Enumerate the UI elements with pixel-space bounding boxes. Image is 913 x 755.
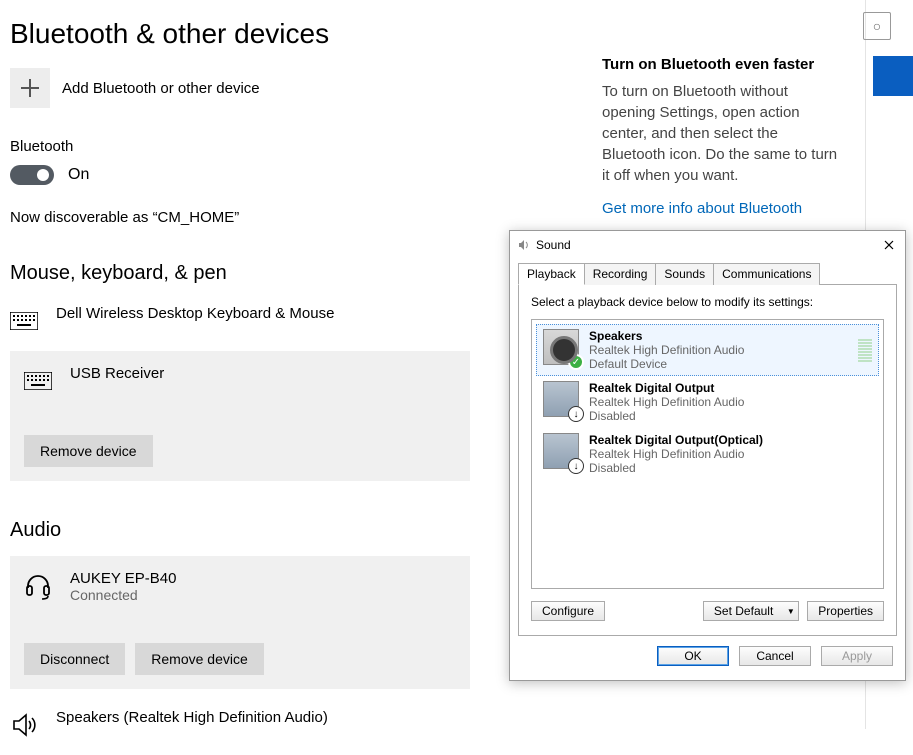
headset-icon	[24, 572, 52, 600]
speaker-device-icon: ✓	[543, 329, 579, 365]
configure-button[interactable]: Configure	[531, 601, 605, 621]
playback-device-speakers[interactable]: ✓ Speakers Realtek High Definition Audio…	[536, 324, 879, 376]
device-name: AUKEY EP-B40	[70, 570, 176, 587]
properties-button[interactable]: Properties	[807, 601, 884, 621]
remove-device-button[interactable]: Remove device	[24, 435, 153, 467]
cancel-button[interactable]: Cancel	[739, 646, 811, 666]
disconnect-button[interactable]: Disconnect	[24, 643, 125, 675]
check-badge-icon: ✓	[568, 354, 584, 370]
device-driver: Realtek High Definition Audio	[589, 343, 744, 357]
tab-recording[interactable]: Recording	[584, 263, 657, 285]
device-state: Default Device	[589, 357, 744, 371]
instruction-text: Select a playback device below to modify…	[531, 295, 884, 309]
apply-button[interactable]: Apply	[821, 646, 893, 666]
section-heading-mouse-kb: Mouse, keyboard, & pen	[10, 262, 470, 285]
plus-icon	[10, 68, 50, 108]
down-arrow-badge-icon: ↓	[568, 406, 584, 422]
playback-device-list[interactable]: ✓ Speakers Realtek High Definition Audio…	[531, 319, 884, 589]
section-heading-audio: Audio	[10, 519, 470, 542]
tip-heading: Turn on Bluetooth even faster	[602, 56, 842, 73]
keyboard-icon	[10, 307, 38, 335]
bluetooth-toggle[interactable]	[10, 165, 54, 185]
device-status: Connected	[70, 587, 176, 603]
set-default-button[interactable]: Set Default	[703, 601, 783, 621]
bluetooth-label: Bluetooth	[10, 138, 470, 155]
bluetooth-info-link[interactable]: Get more info about Bluetooth	[602, 200, 842, 217]
device-name: Speakers (Realtek High Definition Audio)	[56, 709, 328, 726]
device-state: Disabled	[589, 461, 763, 475]
device-name: USB Receiver	[70, 365, 164, 382]
sound-icon	[518, 239, 530, 251]
set-default-dropdown[interactable]: Set Default ▼	[703, 601, 799, 621]
sound-dialog: Sound Playback Recording Sounds Communic…	[509, 230, 906, 681]
device-driver: Realtek High Definition Audio	[589, 395, 744, 409]
page-title: Bluetooth & other devices	[10, 18, 850, 50]
ok-button[interactable]: OK	[657, 646, 729, 666]
search-input-fragment[interactable]: ○	[863, 12, 891, 40]
device-row-kb[interactable]: Dell Wireless Desktop Keyboard & Mouse	[10, 299, 470, 341]
add-device-row[interactable]: Add Bluetooth or other device	[10, 68, 470, 108]
device-name: Dell Wireless Desktop Keyboard & Mouse	[56, 305, 334, 322]
device-state: Disabled	[589, 409, 744, 423]
spdif-device-icon: ↓	[543, 433, 579, 469]
device-name: Realtek Digital Output	[589, 381, 744, 395]
tab-strip: Playback Recording Sounds Communications	[510, 257, 905, 285]
close-button[interactable]	[879, 235, 899, 255]
discoverable-text: Now discoverable as “CM_HOME”	[10, 209, 470, 226]
chevron-down-icon[interactable]: ▼	[783, 601, 799, 621]
remove-device-button[interactable]: Remove device	[135, 643, 264, 675]
device-row-usb-receiver[interactable]: USB Receiver Remove device	[10, 351, 470, 481]
device-driver: Realtek High Definition Audio	[589, 447, 763, 461]
keyboard-icon	[24, 367, 52, 395]
tab-sounds[interactable]: Sounds	[655, 263, 714, 285]
device-name: Speakers	[589, 329, 744, 343]
tip-body: To turn on Bluetooth without opening Set…	[602, 81, 842, 186]
tab-panel-playback: Select a playback device below to modify…	[518, 284, 897, 636]
dialog-footer: OK Cancel Apply	[510, 636, 905, 680]
spdif-device-icon: ↓	[543, 381, 579, 417]
down-arrow-badge-icon: ↓	[568, 458, 584, 474]
device-name: Realtek Digital Output(Optical)	[589, 433, 763, 447]
device-row-aukey[interactable]: AUKEY EP-B40 Connected Disconnect Remove…	[10, 556, 470, 689]
speaker-icon	[10, 711, 38, 739]
tab-communications[interactable]: Communications	[713, 263, 820, 285]
dialog-title: Sound	[536, 238, 879, 252]
playback-device-digital[interactable]: ↓ Realtek Digital Output Realtek High De…	[536, 376, 879, 428]
add-device-label: Add Bluetooth or other device	[62, 80, 260, 97]
accent-button-fragment[interactable]	[873, 56, 913, 96]
device-row-speakers[interactable]: Speakers (Realtek High Definition Audio)	[10, 703, 470, 745]
level-meter	[858, 329, 872, 371]
playback-device-digital-optical[interactable]: ↓ Realtek Digital Output(Optical) Realte…	[536, 428, 879, 480]
toggle-state-label: On	[68, 166, 89, 184]
dialog-titlebar[interactable]: Sound	[510, 231, 905, 257]
tab-playback[interactable]: Playback	[518, 263, 585, 285]
